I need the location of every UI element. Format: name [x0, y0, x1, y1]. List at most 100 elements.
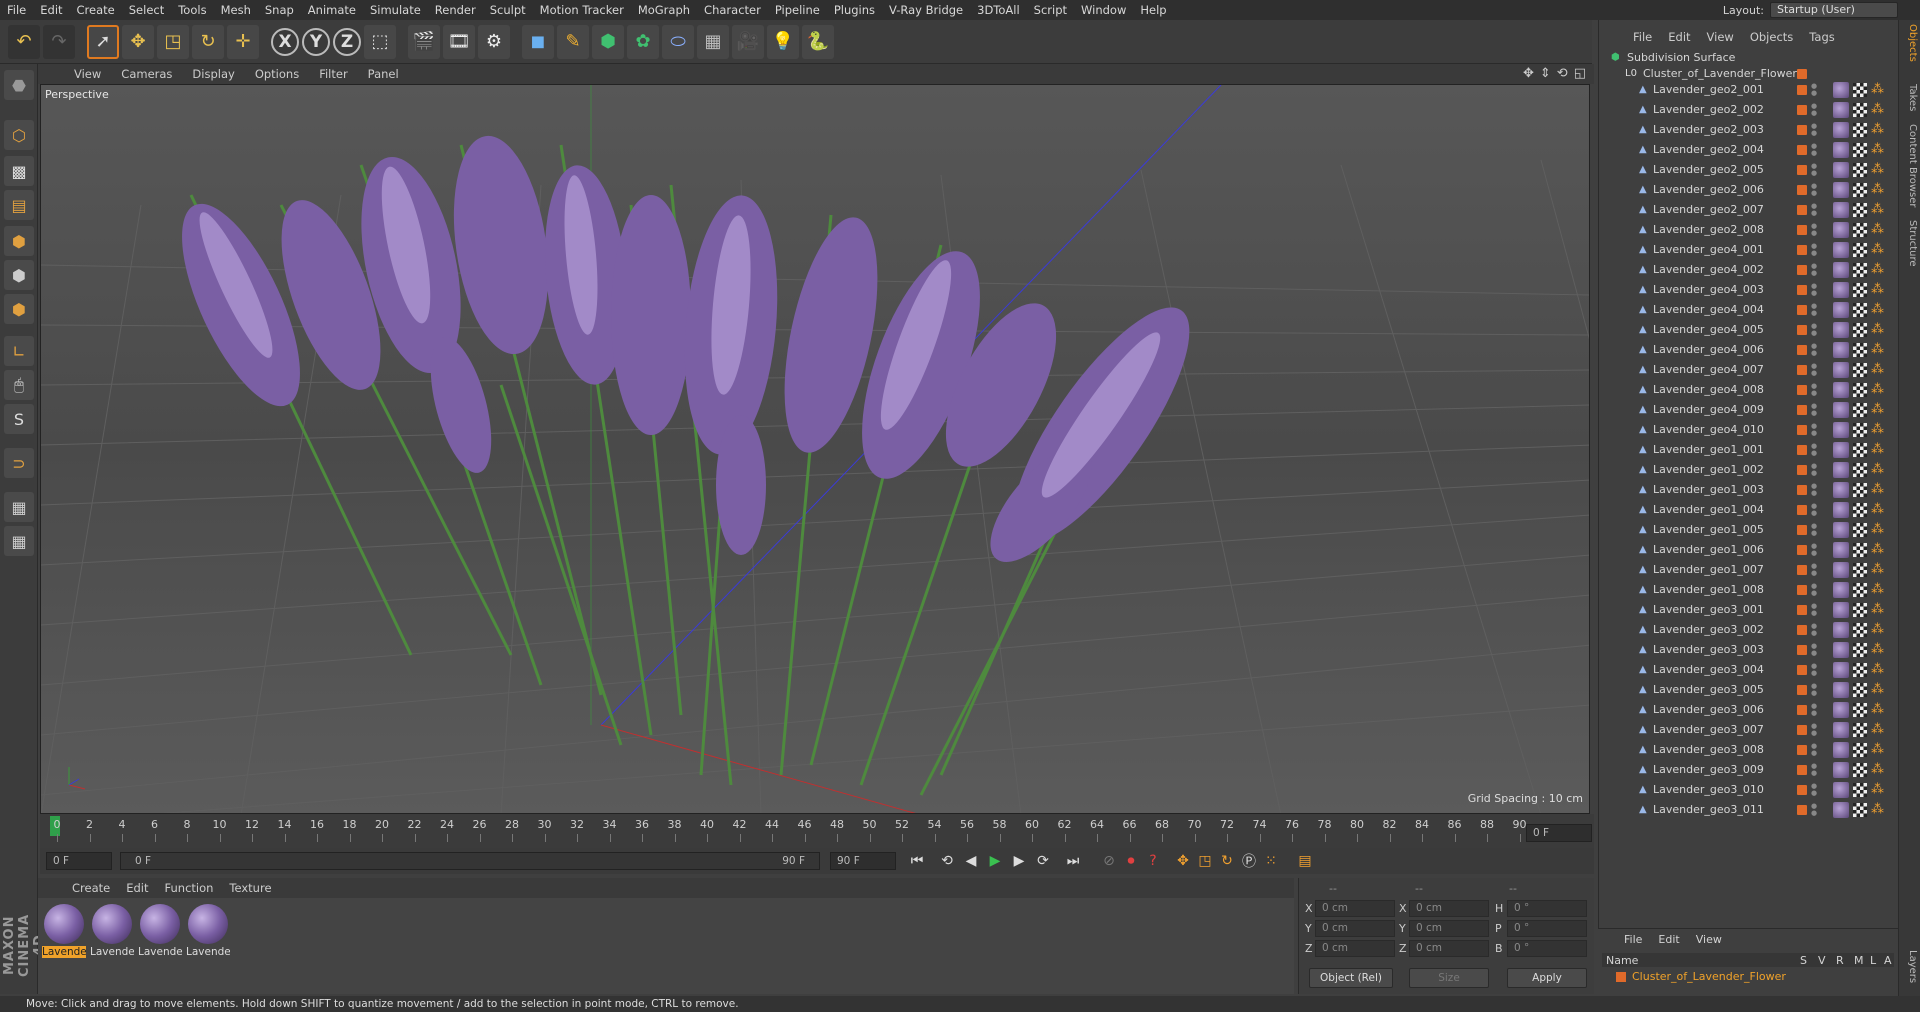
uvw-tag-icon[interactable] — [1853, 663, 1867, 677]
points-mode-icon[interactable]: ⬢ — [4, 226, 34, 256]
selection-tag-icon[interactable]: ⁂ — [1871, 722, 1887, 738]
texture-tag-icon[interactable] — [1833, 162, 1849, 178]
layer-color-swatch[interactable] — [1797, 745, 1807, 755]
selection-tag-icon[interactable]: ⁂ — [1871, 202, 1887, 218]
render-view-icon[interactable]: 🎬 — [408, 24, 440, 59]
apply-button[interactable]: Apply — [1507, 968, 1587, 988]
object-row[interactable]: ▲ Lavender_geo3_011 ● ● ⁂ — [1599, 800, 1899, 820]
texture-tag-icon[interactable] — [1833, 542, 1849, 558]
visibility-dots-icon[interactable]: ● ● — [1811, 503, 1817, 517]
visibility-dots-icon[interactable]: ● ● — [1811, 143, 1817, 157]
visibility-dots-icon[interactable]: ● ● — [1811, 383, 1817, 397]
om-menu-tags[interactable]: Tags — [1801, 30, 1842, 44]
material-swatch[interactable]: Lavende — [42, 904, 86, 964]
visibility-dots-icon[interactable]: ● ● — [1811, 403, 1817, 417]
visibility-dots-icon[interactable]: ● ● — [1811, 623, 1817, 637]
menu-window[interactable]: Window — [1074, 0, 1133, 20]
pan-icon[interactable]: ✥ — [1523, 66, 1534, 81]
render-picture-viewer-icon[interactable]: 🎞 — [443, 24, 475, 59]
axis-mode-icon[interactable]: ∟ — [4, 336, 34, 366]
play-icon[interactable]: ▶ — [984, 851, 1006, 871]
size-z-field[interactable]: 0 cm — [1409, 940, 1489, 957]
layer-color-swatch[interactable] — [1797, 565, 1807, 575]
uvw-tag-icon[interactable] — [1853, 543, 1867, 557]
object-row[interactable]: ▲ Lavender_geo3_009 ● ● ⁂ — [1599, 760, 1899, 780]
layer-color-swatch[interactable] — [1797, 105, 1807, 115]
menu-animate[interactable]: Animate — [301, 0, 363, 20]
uvw-tag-icon[interactable] — [1853, 263, 1867, 277]
uvw-tag-icon[interactable] — [1853, 163, 1867, 177]
layer-color-swatch[interactable] — [1797, 205, 1807, 215]
selection-tag-icon[interactable]: ⁂ — [1871, 242, 1887, 258]
menu-character[interactable]: Character — [697, 0, 768, 20]
uvw-tag-icon[interactable] — [1853, 803, 1867, 817]
tab-takes[interactable]: Takes — [1902, 84, 1918, 111]
texture-tag-icon[interactable] — [1833, 322, 1849, 338]
uvw-tag-icon[interactable] — [1853, 643, 1867, 657]
layer-color-swatch[interactable] — [1797, 165, 1807, 175]
visibility-dots-icon[interactable]: ● ● — [1811, 583, 1817, 597]
visibility-dots-icon[interactable]: ● ● — [1811, 803, 1817, 817]
texture-tag-icon[interactable] — [1833, 302, 1849, 318]
redo-icon[interactable]: ↷ — [43, 24, 75, 59]
viewport-menu-panel[interactable]: Panel — [358, 67, 409, 81]
visibility-dots-icon[interactable]: ● ● — [1811, 603, 1817, 617]
texture-tag-icon[interactable] — [1833, 262, 1849, 278]
texture-tag-icon[interactable] — [1833, 502, 1849, 518]
object-row[interactable]: ▲ Lavender_geo2_003 ● ● ⁂ — [1599, 120, 1899, 140]
object-row[interactable]: ▲ Lavender_geo3_004 ● ● ⁂ — [1599, 660, 1899, 680]
lock-workplane-icon[interactable]: ▦ — [4, 492, 34, 522]
uvw-tag-icon[interactable] — [1853, 383, 1867, 397]
selection-tag-icon[interactable]: ⁂ — [1871, 502, 1887, 518]
selection-tag-icon[interactable]: ⁂ — [1871, 782, 1887, 798]
om-menu-edit[interactable]: Edit — [1660, 30, 1698, 44]
menu-sculpt[interactable]: Sculpt — [483, 0, 533, 20]
layer-color-swatch[interactable] — [1797, 245, 1807, 255]
texture-tag-icon[interactable] — [1833, 442, 1849, 458]
model-mode-icon[interactable]: ⬡ — [4, 120, 34, 150]
uvw-tag-icon[interactable] — [1853, 183, 1867, 197]
object-row[interactable]: ▲ Lavender_geo4_009 ● ● ⁂ — [1599, 400, 1899, 420]
pen-icon[interactable]: ✎ — [557, 24, 589, 59]
texture-tag-icon[interactable] — [1833, 782, 1849, 798]
layer-color-swatch[interactable] — [1797, 505, 1807, 515]
light-icon[interactable]: 💡 — [767, 24, 799, 59]
object-row[interactable]: ▲ Lavender_geo1_004 ● ● ⁂ — [1599, 500, 1899, 520]
rotation-b-field[interactable]: 0 ° — [1507, 940, 1587, 957]
layer-color-swatch[interactable] — [1797, 465, 1807, 475]
deformer-icon[interactable]: ⬭ — [662, 24, 694, 59]
visibility-dots-icon[interactable]: ● ● — [1811, 223, 1817, 237]
end-frame-field[interactable]: 90 F — [830, 852, 896, 870]
uvw-tag-icon[interactable] — [1853, 503, 1867, 517]
uvw-tag-icon[interactable] — [1853, 323, 1867, 337]
layer-color-swatch[interactable] — [1797, 705, 1807, 715]
layer-color-swatch[interactable] — [1797, 665, 1807, 675]
range-slider[interactable]: 0 F 90 F — [120, 852, 820, 870]
texture-tag-icon[interactable] — [1833, 82, 1849, 98]
uvw-tag-icon[interactable] — [1853, 483, 1867, 497]
selection-tag-icon[interactable]: ⁂ — [1871, 462, 1887, 478]
python-icon[interactable]: 🐍 — [802, 24, 834, 59]
layout-dropdown[interactable]: Startup (User) — [1770, 2, 1898, 18]
layer-color-swatch[interactable] — [1797, 125, 1807, 135]
object-row[interactable]: ▲ Lavender_geo1_003 ● ● ⁂ — [1599, 480, 1899, 500]
object-row[interactable]: ▲ Lavender_geo3_001 ● ● ⁂ — [1599, 600, 1899, 620]
visibility-dots-icon[interactable]: ● ● — [1811, 743, 1817, 757]
texture-tag-icon[interactable] — [1833, 102, 1849, 118]
object-row[interactable]: ▲ Lavender_geo3_008 ● ● ⁂ — [1599, 740, 1899, 760]
object-row[interactable]: ▲ Lavender_geo4_002 ● ● ⁂ — [1599, 260, 1899, 280]
texture-tag-icon[interactable] — [1833, 282, 1849, 298]
uvw-tag-icon[interactable] — [1853, 723, 1867, 737]
layer-color-swatch[interactable] — [1797, 645, 1807, 655]
visibility-dots-icon[interactable]: ● ● — [1811, 663, 1817, 677]
selection-tag-icon[interactable]: ⁂ — [1871, 562, 1887, 578]
selection-tag-icon[interactable]: ⁂ — [1871, 222, 1887, 238]
texture-tag-icon[interactable] — [1833, 462, 1849, 478]
texture-tag-icon[interactable] — [1833, 422, 1849, 438]
texture-tag-icon[interactable] — [1833, 382, 1849, 398]
timeline-window-icon[interactable]: ▤ — [1294, 851, 1316, 871]
selection-tag-icon[interactable]: ⁂ — [1871, 362, 1887, 378]
start-frame-field[interactable]: 0 F — [46, 852, 112, 870]
move-icon[interactable]: ✥ — [122, 24, 154, 59]
size-mode-dropdown[interactable]: Size — [1409, 968, 1489, 988]
